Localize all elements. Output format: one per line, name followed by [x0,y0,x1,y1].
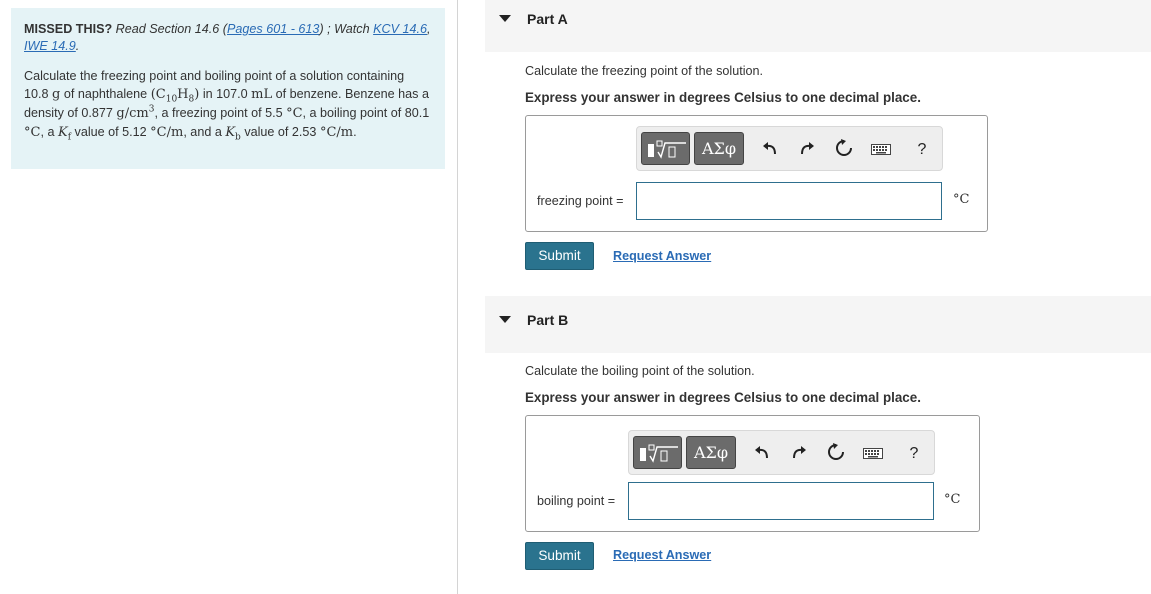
part-b-header[interactable]: Part B [485,296,1151,353]
iwe-link[interactable]: IWE 14.9 [24,39,76,53]
missed-this-line: MISSED THIS? Read Section 14.6 (Pages 60… [24,22,431,53]
missed-this-label: MISSED THIS? [24,22,113,36]
reset-icon[interactable] [833,139,855,161]
part-a-submit-button[interactable]: Submit [525,242,594,270]
math-toolbar: ΑΣφ ? [636,126,943,171]
greek-label: ΑΣφ [693,443,729,462]
collapse-caret-icon[interactable] [499,15,511,22]
part-b-request-answer-link[interactable]: Request Answer [613,548,711,562]
end-period: . [75,39,80,53]
greek-symbols-button[interactable]: ΑΣφ [686,436,736,469]
templates-button[interactable] [633,436,682,469]
part-a-instruction: Calculate the freezing point of the solu… [525,64,764,78]
part-b-title: Part B [527,312,569,328]
pages-link[interactable]: Pages 601 - 613 [227,22,319,36]
keyboard-icon[interactable] [870,140,892,162]
templates-icon [648,140,686,159]
part-b-instruction: Calculate the boiling point of the solut… [525,364,755,378]
templates-icon [640,444,678,463]
help-button[interactable]: ? [911,139,933,161]
boiling-point-unit: °C [944,492,961,507]
read-section-text: Read Section 14.6 ( [115,22,227,36]
greek-label: ΑΣφ [701,139,737,158]
boiling-point-label: boiling point = [537,494,616,508]
watch-text: ) ; Watch [319,22,370,36]
part-b-submit-button[interactable]: Submit [525,542,594,570]
left-column: MISSED THIS? Read Section 14.6 (Pages 60… [0,0,458,594]
part-a-header[interactable]: Part A [485,0,1151,52]
part-a-answer-box: ΑΣφ ? freezing point = °C [525,115,988,232]
problem-intro-panel: MISSED THIS? Read Section 14.6 (Pages 60… [11,8,445,169]
redo-icon[interactable] [788,443,810,465]
templates-button[interactable] [641,132,690,165]
problem-statement: Calculate the freezing point and boiling… [24,69,430,143]
freezing-point-input[interactable] [636,182,942,220]
part-b-answer-box: ΑΣφ ? boiling point = °C [525,415,980,532]
redo-icon[interactable] [796,139,818,161]
freezing-point-label: freezing point = [537,194,624,208]
naphthalene-formula: (C10H8) [150,87,200,105]
boiling-point-input[interactable] [628,482,934,520]
collapse-caret-icon[interactable] [499,316,511,323]
kcv-link[interactable]: KCV 14.6 [373,22,427,36]
math-toolbar: ΑΣφ ? [628,430,935,475]
greek-symbols-button[interactable]: ΑΣφ [694,132,744,165]
part-b-express: Express your answer in degrees Celsius t… [525,390,921,405]
reset-icon[interactable] [825,443,847,465]
freezing-point-unit: °C [953,192,970,207]
part-a-title: Part A [527,11,568,27]
keyboard-icon[interactable] [862,444,884,466]
undo-icon[interactable] [751,443,773,465]
undo-icon[interactable] [759,139,781,161]
part-a-request-answer-link[interactable]: Request Answer [613,249,711,263]
part-a-express: Express your answer in degrees Celsius t… [525,90,921,105]
help-button[interactable]: ? [903,443,925,465]
